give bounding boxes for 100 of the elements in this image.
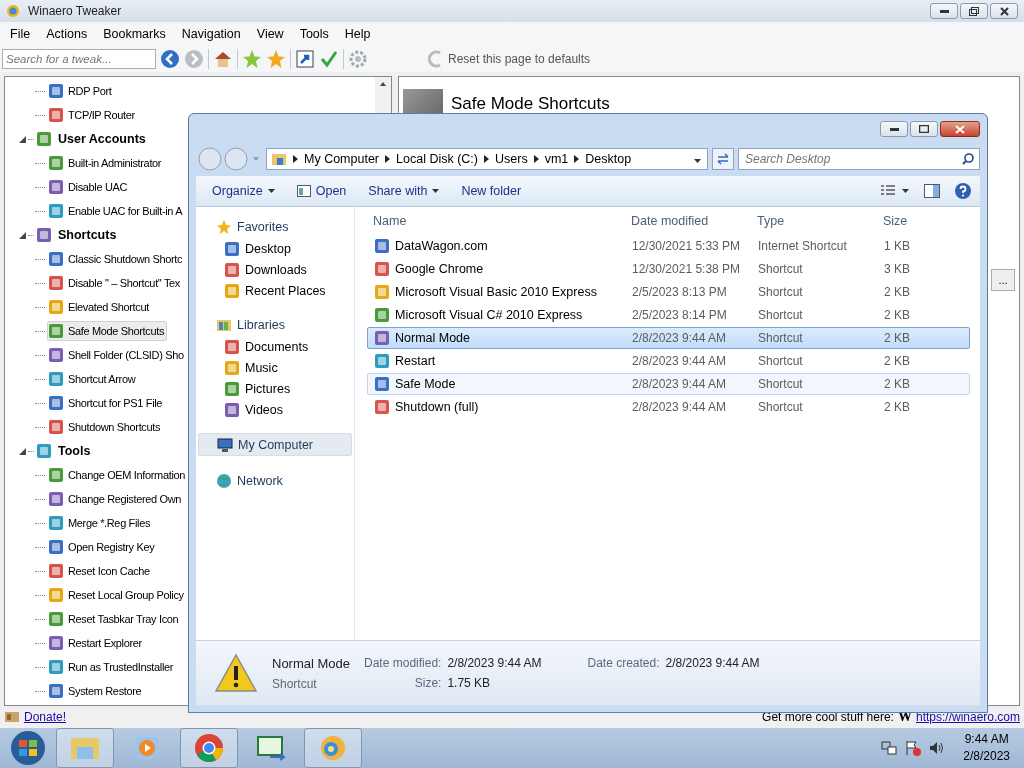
menu-item[interactable]: Bookmarks — [95, 27, 174, 41]
search-field[interactable]: Search for a tweak... — [2, 49, 156, 69]
reset-link[interactable]: Reset this page to defaults — [448, 52, 591, 66]
website-link[interactable]: https://winaero.com — [915, 710, 1020, 724]
menu-item[interactable]: Tools — [291, 27, 337, 41]
tree-item[interactable]: Reset Tasbkar Tray Icon — [47, 609, 182, 629]
tree-item[interactable]: Change Registered Own — [47, 489, 185, 509]
file-row[interactable]: Restart 2/8/2023 9:44 AM Shortcut 2 KB — [367, 350, 970, 372]
file-row[interactable]: Shutdown (full) 2/8/2023 9:44 AM Shortcut 2 KB — [367, 396, 970, 418]
close-button[interactable] — [940, 121, 980, 137]
nav-item[interactable]: Music — [196, 357, 354, 378]
tree-item[interactable]: Open Registry Key — [47, 537, 158, 557]
column-header[interactable]: Date modified — [625, 214, 751, 228]
command-button[interactable]: Open — [288, 181, 355, 201]
dropdown-caret-icon — [267, 189, 275, 193]
home-icon[interactable] — [213, 49, 233, 69]
tree-item[interactable]: Disable " – Shortcut" Tex — [47, 273, 183, 293]
nav-item[interactable]: Pictures — [196, 378, 354, 399]
taskbar-button[interactable] — [180, 728, 238, 768]
file-row[interactable]: Normal Mode 2/8/2023 9:44 AM Shortcut 2 KB — [367, 327, 970, 349]
tree-group[interactable]: Shortcuts — [58, 228, 117, 242]
clock[interactable]: 9:44 AM 2/8/2023 — [963, 731, 1010, 765]
column-header[interactable]: Type — [751, 214, 877, 228]
nav-item[interactable]: Recent Places — [196, 280, 354, 301]
tree-item[interactable]: Reset Local Group Policy — [47, 585, 187, 605]
breadcrumb-item[interactable]: Desktop — [585, 152, 632, 166]
flag-icon[interactable] — [905, 740, 922, 756]
nav-item[interactable]: Favorites — [198, 216, 352, 237]
tree-item[interactable]: Classic Shutdown Shortc — [47, 249, 186, 269]
item-icon — [48, 635, 64, 651]
breadcrumb-item[interactable]: Local Disk (C:) — [396, 152, 478, 166]
expand-arrow-icon[interactable] — [19, 231, 26, 239]
tree-item[interactable]: Shortcut for PS1 File — [47, 393, 166, 413]
close-button[interactable] — [990, 3, 1018, 19]
minimize-button[interactable] — [930, 3, 958, 19]
nav-item[interactable]: Downloads — [196, 259, 354, 280]
nav-item[interactable]: Videos — [196, 399, 354, 420]
minimize-button[interactable] — [880, 121, 908, 137]
nav-item[interactable]: My Computer — [198, 433, 352, 456]
menu-item[interactable]: File — [2, 27, 39, 41]
tree-item[interactable]: System Restore — [47, 681, 145, 701]
help-icon[interactable] — [954, 182, 972, 200]
nav-item[interactable]: Network — [198, 470, 352, 491]
tree-item[interactable]: Elevated Shortcut — [47, 297, 152, 317]
tree-item[interactable]: Safe Mode Shortcuts — [47, 321, 168, 341]
restore-button[interactable] — [960, 3, 988, 19]
nav-item[interactable]: Libraries — [198, 314, 352, 335]
preview-pane-icon[interactable] — [924, 184, 940, 198]
tree-item[interactable]: Merge *.Reg Files — [47, 513, 154, 533]
menu-item[interactable]: View — [248, 27, 292, 41]
command-button[interactable]: Organize — [204, 181, 283, 201]
tree-item[interactable]: Shell Folder (CLSID) Sho — [47, 345, 187, 365]
network-icon[interactable] — [881, 740, 898, 756]
menu-item[interactable]: Actions — [38, 27, 96, 41]
view-options-icon[interactable] — [880, 184, 910, 198]
tree-item[interactable]: Run as TrustedInstaller — [47, 657, 177, 677]
command-button[interactable]: Share with — [360, 181, 448, 201]
command-button[interactable]: New folder — [453, 181, 530, 201]
star-icon[interactable] — [266, 49, 286, 69]
breadcrumb-item[interactable]: vm1 — [544, 152, 569, 166]
expand-arrow-icon[interactable] — [19, 135, 26, 143]
tree-item[interactable]: Shortcut Arrow — [47, 369, 139, 389]
refresh-icon[interactable] — [712, 148, 734, 170]
nav-item[interactable]: Documents — [196, 336, 354, 357]
tree-group[interactable]: Tools — [58, 444, 91, 458]
detail-value: 2/8/2023 9:44 AM — [447, 656, 542, 670]
speaker-icon[interactable] — [929, 740, 946, 756]
tree-group[interactable]: User Accounts — [58, 132, 146, 146]
menu-item[interactable]: Help — [336, 27, 379, 41]
address-bar[interactable]: My Computer Local Disk (C:) Users vm1 Desktop — [266, 148, 708, 170]
tree-item[interactable]: Built-in Administrator — [47, 153, 165, 173]
checkmark-icon[interactable] — [319, 49, 339, 69]
breadcrumb-item[interactable]: My Computer — [304, 152, 380, 166]
file-row[interactable]: DataWagon.com 12/30/2021 5:33 PM Internet Shortcut 1 KB — [367, 235, 970, 257]
browse-button[interactable]: ... — [991, 269, 1015, 291]
detail-label: Size: — [413, 676, 442, 690]
expand-arrow-icon[interactable] — [19, 447, 26, 455]
menu-item[interactable]: Navigation — [173, 27, 249, 41]
tree-item[interactable]: Reset Icon Cache — [47, 561, 153, 581]
tree-item[interactable]: Restart Explorer — [47, 633, 145, 653]
tree-item[interactable]: Disable UAC — [47, 177, 131, 197]
item-icon — [48, 347, 64, 363]
breadcrumb-item[interactable]: Users — [495, 152, 528, 166]
tree-item[interactable]: Change OEM Information — [47, 465, 189, 485]
shortcut-icon[interactable] — [295, 49, 315, 69]
file-row[interactable]: Safe Mode 2/8/2023 9:44 AM Shortcut 2 KB — [367, 373, 970, 395]
file-row[interactable]: Google Chrome 12/30/2021 5:38 PM Shortcut 3 KB — [367, 258, 970, 280]
back-icon[interactable] — [160, 49, 180, 69]
donate-link[interactable]: Donate! — [24, 710, 67, 724]
search-field[interactable]: Search Desktop — [738, 148, 980, 170]
tree-item[interactable]: Shutdown Shortcuts — [47, 417, 164, 437]
column-header[interactable]: Size — [877, 214, 955, 228]
tree-item[interactable]: RDP Port — [47, 81, 115, 101]
file-row[interactable]: Microsoft Visual C# 2010 Express 2/5/2023 8:14 PM Shortcut 2 KB — [367, 304, 970, 326]
file-row[interactable]: Microsoft Visual Basic 2010 Express 2/5/2023 8:13 PM Shortcut 2 KB — [367, 281, 970, 303]
tree-item[interactable]: TCP/IP Router — [47, 105, 138, 125]
nav-item[interactable]: Desktop — [196, 238, 354, 259]
maximize-button[interactable] — [910, 121, 938, 137]
column-header[interactable]: Name — [367, 214, 625, 228]
tree-item[interactable]: Enable UAC for Built-in A — [47, 201, 186, 221]
